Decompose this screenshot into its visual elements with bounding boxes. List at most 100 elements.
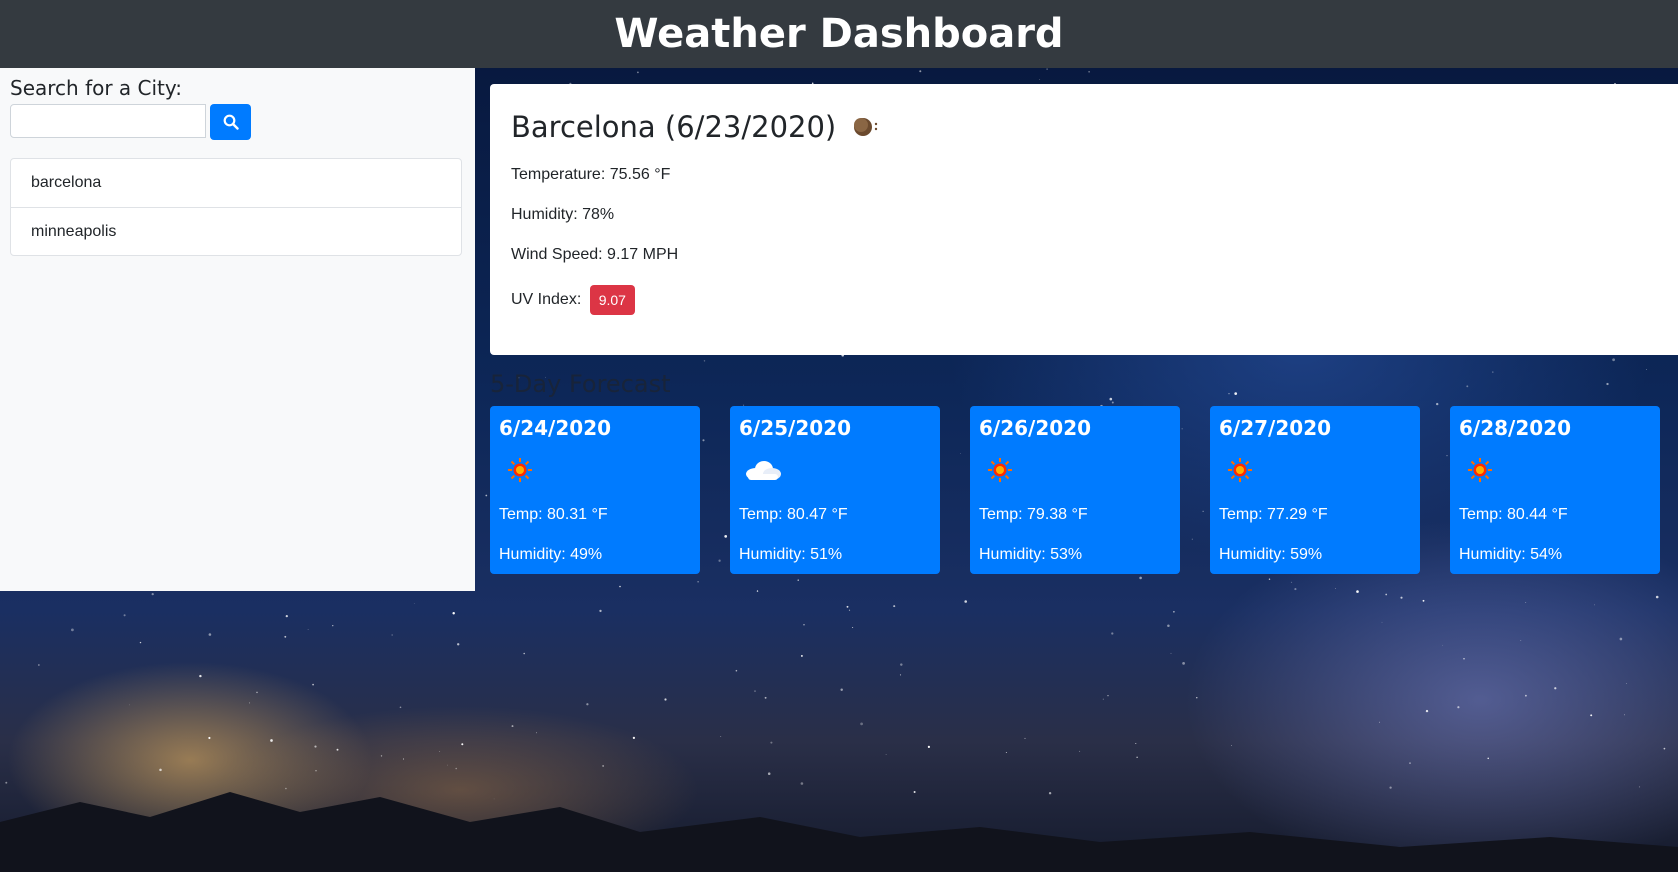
forecast-card: 6/24/2020 Temp: 80.31 °F Humidity: 49% (490, 406, 700, 574)
city-search-input[interactable] (10, 104, 206, 138)
star (1182, 662, 1185, 665)
star (270, 739, 273, 742)
star (1088, 70, 1090, 73)
current-temperature: Temperature: 75.56 °F (511, 166, 671, 183)
star (336, 748, 339, 751)
forecast-humidity: Humidity: 59% (1219, 546, 1323, 563)
star (852, 627, 854, 628)
sun-icon (508, 458, 532, 482)
star (284, 635, 287, 638)
star (1422, 599, 1425, 602)
sidebar: Search for a City: barcelona minneapolis (0, 68, 475, 591)
star (735, 669, 738, 672)
forecast-temp: Temp: 79.38 °F (979, 506, 1088, 523)
forecast-date: 6/26/2020 (979, 416, 1092, 440)
star (413, 603, 415, 605)
forecast-humidity: Humidity: 53% (979, 546, 1083, 563)
star (1425, 709, 1429, 713)
forecast-card: 6/25/2020 Temp: 80.47 °F Humidity: 51% (730, 406, 940, 574)
star (1590, 714, 1593, 717)
night-moon-icon (854, 118, 878, 136)
star (511, 725, 514, 728)
star (208, 633, 212, 636)
star (1626, 683, 1627, 684)
star (797, 579, 799, 581)
star (764, 696, 767, 699)
star (885, 754, 887, 755)
star (312, 683, 314, 686)
star (754, 690, 756, 692)
star (1139, 576, 1142, 580)
star (1356, 590, 1359, 593)
star (457, 643, 460, 646)
search-icon (223, 114, 239, 130)
star (664, 698, 667, 701)
mountains-silhouette (0, 792, 1678, 872)
current-wind-speed: Wind Speed: 9.17 MPH (511, 246, 679, 263)
star (1196, 697, 1198, 699)
star (1107, 695, 1109, 697)
star (964, 600, 967, 603)
star (391, 634, 393, 636)
star (1335, 588, 1336, 589)
star (1645, 369, 1647, 370)
star (848, 609, 851, 611)
star (256, 691, 258, 694)
star (1170, 652, 1172, 654)
star (380, 755, 383, 757)
star (800, 654, 803, 657)
star (1111, 632, 1114, 635)
star (1379, 721, 1380, 723)
star (1167, 624, 1170, 627)
star (1466, 385, 1469, 388)
star (846, 605, 849, 608)
forecast-temp: Temp: 80.31 °F (499, 506, 608, 523)
star (535, 732, 538, 734)
star (900, 663, 903, 666)
star (307, 629, 309, 630)
star (1525, 694, 1527, 697)
current-weather-card: Barcelona (6/23/2020) Temperature: 75.56… (490, 84, 1678, 355)
star (452, 612, 455, 615)
search-history-list: barcelona minneapolis (10, 158, 462, 256)
star (1136, 756, 1138, 758)
star (770, 741, 773, 744)
star (1436, 402, 1439, 406)
star (129, 704, 130, 706)
star (860, 722, 863, 726)
star (139, 641, 142, 644)
star (1463, 658, 1465, 660)
star (523, 652, 526, 655)
search-button[interactable] (210, 104, 251, 140)
uv-label: UV Index: (511, 291, 582, 309)
star (803, 624, 805, 626)
star (1228, 393, 1230, 395)
forecast-humidity: Humidity: 54% (1459, 546, 1563, 563)
forecast-temp: Temp: 80.44 °F (1459, 506, 1568, 523)
history-item-barcelona[interactable]: barcelona (11, 159, 461, 207)
star (461, 743, 464, 746)
star (399, 706, 402, 709)
forecast-title: 5-Day Forecast (490, 370, 671, 398)
star (1234, 392, 1238, 395)
forecast-date: 6/25/2020 (739, 416, 852, 440)
forecast-date: 6/27/2020 (1219, 416, 1332, 440)
star (1294, 588, 1297, 591)
sun-icon (988, 458, 1012, 482)
star (1606, 382, 1609, 386)
star (1520, 640, 1522, 641)
star (1005, 752, 1007, 753)
star (960, 452, 961, 454)
uv-badge: 9.07 (589, 285, 635, 315)
forecast-temp: Temp: 77.29 °F (1219, 506, 1328, 523)
star (1230, 745, 1232, 746)
current-uv-index: UV Index: 9.07 (511, 285, 635, 315)
star (919, 70, 922, 73)
star (1039, 79, 1041, 80)
star (249, 702, 251, 704)
star (332, 625, 334, 627)
star (314, 745, 317, 748)
star (38, 664, 40, 666)
history-item-minneapolis[interactable]: minneapolis (11, 207, 461, 255)
star (71, 628, 74, 632)
